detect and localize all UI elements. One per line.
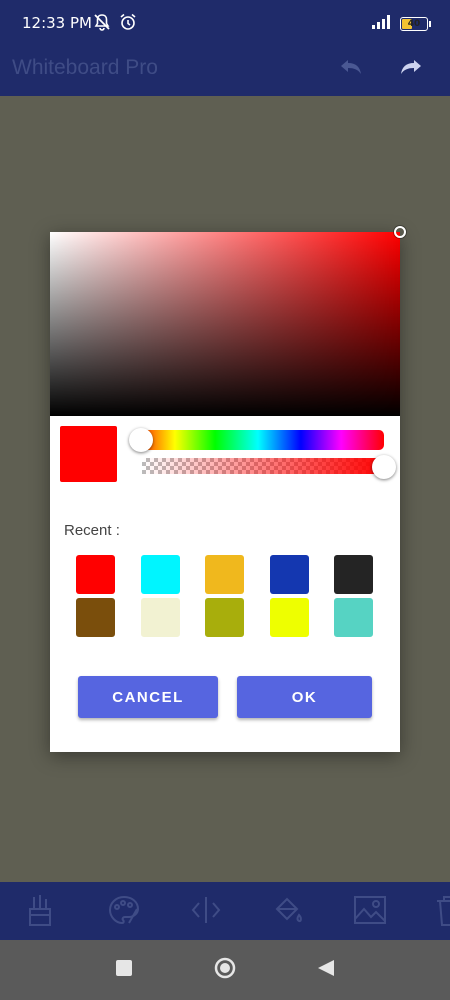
trash-icon — [433, 893, 450, 931]
pencils-icon — [25, 893, 55, 931]
palette-icon — [107, 893, 141, 931]
selected-color-preview — [60, 426, 117, 482]
ok-button[interactable]: OK — [237, 676, 372, 718]
recent-color-swatch[interactable] — [334, 555, 373, 594]
bottom-toolbar — [0, 882, 450, 940]
split-icon — [189, 893, 223, 931]
hue-slider-thumb[interactable] — [129, 428, 153, 452]
status-icons-right: 40 — [372, 14, 431, 33]
status-icons-left — [92, 12, 138, 36]
delete-tool-button[interactable] — [428, 892, 450, 932]
image-icon — [352, 893, 388, 931]
redo-icon — [396, 56, 424, 84]
recent-color-swatch[interactable] — [76, 555, 115, 594]
color-picker-dialog: Recent : CANCEL OK — [50, 226, 406, 752]
recent-color-swatch[interactable] — [140, 555, 180, 594]
recents-square-icon — [115, 959, 133, 981]
paint-bucket-icon — [271, 893, 305, 931]
recent-color-swatch[interactable] — [140, 598, 180, 637]
redo-button[interactable] — [392, 54, 428, 86]
cancel-button[interactable]: CANCEL — [78, 676, 218, 718]
app-title: Whiteboard Pro — [12, 56, 158, 79]
app-bar: Whiteboard Pro — [0, 46, 450, 96]
undo-icon — [338, 56, 366, 84]
alpha-slider[interactable] — [142, 458, 387, 474]
back-triangle-icon — [316, 958, 336, 982]
alpha-slider-thumb[interactable] — [372, 455, 396, 479]
saturation-value-picker[interactable] — [50, 226, 406, 416]
recent-colors-label: Recent : — [64, 522, 120, 539]
image-tool-button[interactable] — [350, 892, 390, 932]
pencils-tool-button[interactable] — [20, 892, 60, 932]
recent-color-swatch[interactable] — [334, 598, 373, 637]
recent-colors-grid — [76, 555, 374, 637]
mute-icon — [92, 12, 112, 36]
recent-color-swatch[interactable] — [269, 598, 309, 637]
back-button[interactable] — [314, 958, 338, 982]
hue-slider[interactable] — [132, 430, 384, 450]
undo-button[interactable] — [334, 54, 370, 86]
recent-color-swatch[interactable] — [76, 598, 115, 637]
recent-color-swatch[interactable] — [269, 555, 309, 594]
recent-color-swatch[interactable] — [205, 555, 244, 594]
status-bar: 12:33 PM 40 — [0, 0, 450, 46]
home-button[interactable] — [213, 956, 237, 984]
recent-color-swatch[interactable] — [205, 598, 244, 637]
fill-tool-button[interactable] — [268, 892, 308, 932]
signal-icon — [372, 14, 392, 33]
home-circle-icon — [213, 956, 237, 984]
system-nav-bar — [0, 940, 450, 1000]
battery-level: 40 — [407, 18, 421, 29]
status-time: 12:33 PM — [22, 14, 92, 32]
alarm-icon — [118, 12, 138, 36]
split-tool-button[interactable] — [186, 892, 226, 932]
palette-tool-button[interactable] — [104, 892, 144, 932]
recents-button[interactable] — [112, 958, 136, 982]
saturation-value-cursor[interactable] — [394, 226, 406, 238]
battery-icon: 40 — [400, 16, 431, 31]
